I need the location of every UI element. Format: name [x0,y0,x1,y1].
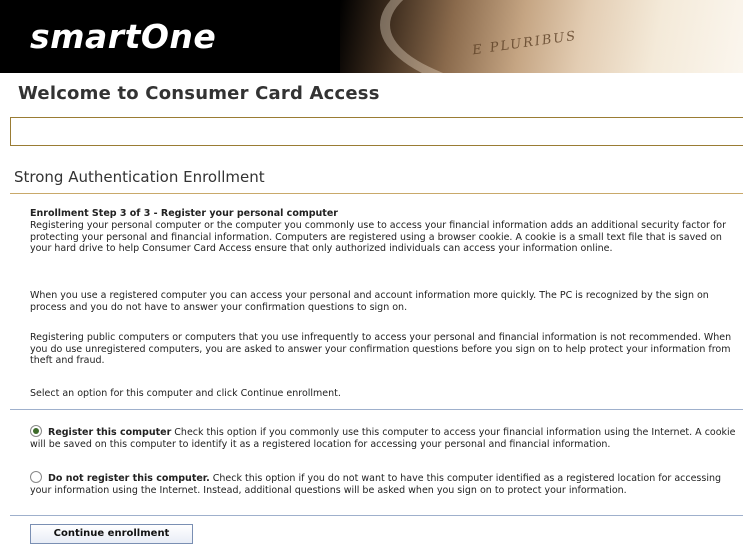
step-heading: Enrollment Step 3 of 3 - Register your p… [30,208,338,219]
third-paragraph: Registering public computers or computer… [30,332,743,367]
register-radio[interactable] [30,425,42,437]
section-divider [10,193,743,194]
paragraph-4: Select an option for this computer and c… [30,388,341,399]
option-register[interactable]: Register this computer Check this option… [30,425,743,450]
do-not-register-label: Do not register this computer. [48,473,210,484]
instruction: Select an option for this computer and c… [30,388,743,400]
paragraph-1: Registering your personal computer or th… [30,220,727,254]
header-banner: E PLURIBUS smartOne [0,0,743,73]
second-paragraph: When you use a registered computer you c… [30,290,743,313]
paragraph-2: When you use a registered computer you c… [30,290,709,313]
page-title: Welcome to Consumer Card Access [18,83,380,104]
continue-enrollment-button[interactable]: Continue enrollment [30,524,193,544]
register-label: Register this computer [48,427,172,438]
section-title: Strong Authentication Enrollment [14,168,265,186]
options-bottom-divider [10,515,743,516]
message-box [10,117,743,146]
option-do-not-register[interactable]: Do not register this computer. Check thi… [30,471,743,496]
intro-paragraph: Registering your personal computer or th… [30,220,743,255]
options-top-divider [10,409,743,410]
step-title: Enrollment Step 3 of 3 - Register your p… [30,208,743,220]
do-not-register-radio[interactable] [30,471,42,483]
paragraph-3: Registering public computers or computer… [30,332,732,366]
smartone-logo: smartOne [30,17,217,56]
